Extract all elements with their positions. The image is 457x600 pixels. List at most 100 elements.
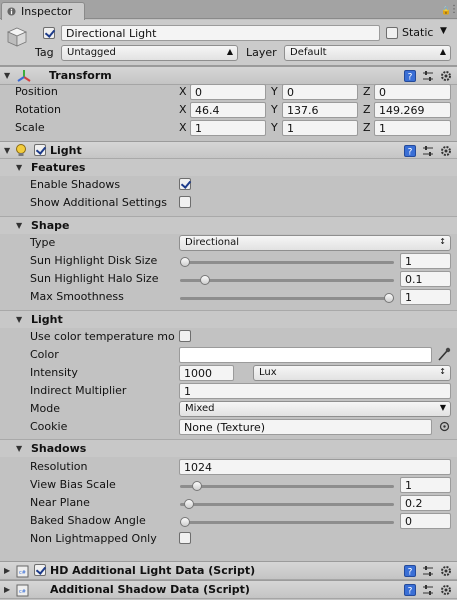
intensity-field[interactable]: 1000 xyxy=(179,365,234,381)
light-section-header[interactable]: ▼ Light xyxy=(0,310,457,328)
baked-shadow-angle-slider[interactable] xyxy=(180,517,394,527)
scale-z-field[interactable]: 1 xyxy=(374,120,451,136)
object-picker-icon[interactable] xyxy=(439,421,450,432)
foldout-open-icon[interactable]: ▼ xyxy=(16,315,22,324)
slider-thumb[interactable] xyxy=(180,257,190,267)
tag-value: Untagged xyxy=(67,47,116,58)
settings-gear-icon[interactable] xyxy=(440,565,452,577)
foldout-open-icon[interactable]: ▼ xyxy=(16,444,22,453)
foldout-open-icon[interactable]: ▼ xyxy=(16,221,22,230)
static-checkbox[interactable] xyxy=(386,27,398,39)
foldout-closed-icon[interactable]: ▶ xyxy=(4,585,10,594)
slider-thumb[interactable] xyxy=(184,499,195,509)
settings-gear-icon[interactable] xyxy=(440,70,452,82)
axis-y-label: Y xyxy=(271,85,278,98)
mode-dropdown[interactable]: Mixed ▼ xyxy=(179,401,451,417)
info-icon xyxy=(7,7,16,16)
rotation-x-field[interactable]: 46.4 xyxy=(190,102,266,118)
baked-shadow-angle-label: Baked Shadow Angle xyxy=(30,514,146,527)
script-icon: c# xyxy=(16,584,29,597)
settings-gear-icon[interactable] xyxy=(440,145,452,157)
static-label: Static xyxy=(402,26,434,39)
window-menu-icon[interactable]: ⋮ xyxy=(449,4,457,15)
additional-shadow-data-header[interactable]: ▶ c# Additional Shadow Data (Script) ? xyxy=(0,580,457,599)
enable-shadows-label: Enable Shadows xyxy=(30,178,121,191)
transform-title: Transform xyxy=(49,69,112,82)
lightbulb-icon xyxy=(16,144,26,156)
baked-shadow-angle-field[interactable]: 0 xyxy=(400,513,451,529)
position-z-field[interactable]: 0 xyxy=(374,84,451,100)
view-bias-slider[interactable] xyxy=(180,481,394,491)
hd-additional-light-data-header[interactable]: ▶ c# HD Additional Light Data (Script) ? xyxy=(0,561,457,580)
color-temperature-label: Use color temperature mo xyxy=(30,330,175,343)
foldout-open-icon[interactable]: ▼ xyxy=(16,163,22,172)
script-enabled-checkbox[interactable] xyxy=(34,564,46,576)
indirect-multiplier-field[interactable]: 1 xyxy=(179,383,451,399)
disk-size-field[interactable]: 1 xyxy=(400,253,451,269)
near-plane-label: Near Plane xyxy=(30,496,90,509)
layer-dropdown[interactable]: Default ▲ xyxy=(284,45,451,61)
settings-gear-icon[interactable] xyxy=(440,584,452,596)
svg-text:c#: c# xyxy=(19,570,26,576)
features-section-header[interactable]: ▼ Features xyxy=(0,158,457,176)
show-additional-checkbox[interactable] xyxy=(179,196,191,208)
max-smoothness-slider[interactable] xyxy=(180,293,394,303)
color-temperature-checkbox[interactable] xyxy=(179,330,191,342)
indirect-multiplier-label: Indirect Multiplier xyxy=(30,384,127,397)
presets-sliders-icon[interactable] xyxy=(422,145,434,157)
axis-x-label: X xyxy=(179,121,187,134)
presets-sliders-icon[interactable] xyxy=(422,565,434,577)
presets-sliders-icon[interactable] xyxy=(422,584,434,596)
color-swatch[interactable] xyxy=(179,347,432,363)
light-enabled-checkbox[interactable] xyxy=(34,144,46,156)
help-book-icon[interactable]: ? xyxy=(404,565,416,577)
position-y-field[interactable]: 0 xyxy=(282,84,358,100)
position-label: Position xyxy=(15,85,58,98)
object-header: Directional Light Static ▼ Tag Untagged … xyxy=(0,20,457,66)
scale-y-field[interactable]: 1 xyxy=(282,120,358,136)
near-plane-slider[interactable] xyxy=(180,499,394,509)
view-bias-label: View Bias Scale xyxy=(30,478,116,491)
max-smoothness-field[interactable]: 1 xyxy=(400,289,451,305)
eyedropper-icon[interactable] xyxy=(437,347,451,362)
slider-thumb[interactable] xyxy=(180,517,190,527)
cookie-field[interactable]: None (Texture) xyxy=(179,419,432,435)
shape-section-header[interactable]: ▼ Shape xyxy=(0,216,457,234)
rotation-z-field[interactable]: 149.269 xyxy=(374,102,451,118)
tag-dropdown[interactable]: Untagged ▲ xyxy=(61,45,238,61)
halo-size-slider[interactable] xyxy=(180,275,394,285)
position-x-field[interactable]: 0 xyxy=(190,84,266,100)
resolution-field[interactable]: 1024 xyxy=(179,459,451,475)
presets-sliders-icon[interactable] xyxy=(422,70,434,82)
help-book-icon[interactable]: ? xyxy=(404,70,416,82)
static-dropdown-icon[interactable]: ▼ xyxy=(440,26,447,36)
rotation-y-field[interactable]: 137.6 xyxy=(282,102,358,118)
halo-size-field[interactable]: 0.1 xyxy=(400,271,451,287)
axis-z-label: Z xyxy=(363,85,371,98)
help-book-icon[interactable]: ? xyxy=(404,145,416,157)
foldout-closed-icon[interactable]: ▶ xyxy=(4,566,10,575)
slider-thumb[interactable] xyxy=(200,275,211,285)
disk-size-slider[interactable] xyxy=(180,257,394,267)
enable-shadows-checkbox[interactable] xyxy=(179,178,191,190)
intensity-unit-dropdown[interactable]: Lux ↕ xyxy=(253,365,451,381)
tab-bar: Inspector 🔒 ⋮ xyxy=(0,0,457,20)
type-dropdown[interactable]: Directional ↕ xyxy=(179,235,451,251)
view-bias-field[interactable]: 1 xyxy=(400,477,451,493)
foldout-open-icon[interactable]: ▼ xyxy=(4,146,10,155)
near-plane-field[interactable]: 0.2 xyxy=(400,495,451,511)
slider-thumb[interactable] xyxy=(192,481,203,491)
scale-x-field[interactable]: 1 xyxy=(190,120,266,136)
foldout-open-icon[interactable]: ▼ xyxy=(4,71,10,80)
shadows-title: Shadows xyxy=(31,442,87,455)
object-name-field[interactable]: Directional Light xyxy=(61,25,380,41)
slider-thumb[interactable] xyxy=(384,293,394,303)
shadows-section-header[interactable]: ▼ Shadows xyxy=(0,439,457,457)
show-additional-label: Show Additional Settings xyxy=(30,196,168,209)
transform-header[interactable]: ▼ Transform ? xyxy=(0,66,457,85)
layer-value: Default xyxy=(290,47,327,58)
object-active-checkbox[interactable] xyxy=(43,27,55,39)
tab-inspector[interactable]: Inspector xyxy=(1,2,85,20)
help-book-icon[interactable]: ? xyxy=(404,584,416,596)
non-lightmapped-checkbox[interactable] xyxy=(179,532,191,544)
